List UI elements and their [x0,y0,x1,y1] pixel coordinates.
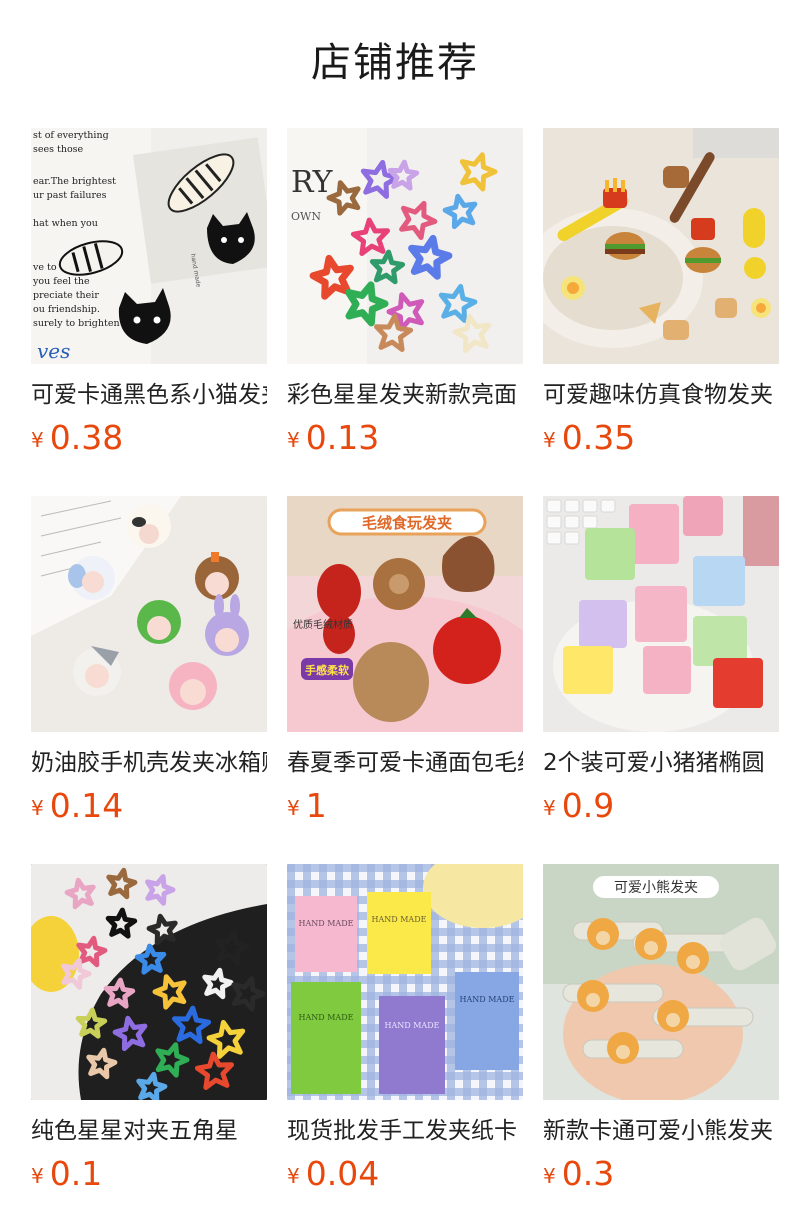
photo-text: 手感柔软 [305,663,350,677]
photo-text: ur past failures [33,190,107,201]
product-price: ¥0.3 [543,1154,614,1194]
currency-symbol: ¥ [543,1164,556,1188]
product-price: ¥0.14 [31,786,123,826]
photo-text: st of everything [33,130,109,141]
price-value: 0.14 [49,786,124,825]
currency-symbol: ¥ [31,428,44,452]
photo-text: HAND MADE [299,1013,354,1022]
product-image[interactable]: HAND MADE HAND MADE HAND MADE HAND MADE … [287,864,523,1100]
photo-text: ve to [32,262,57,273]
price-value: 1 [305,786,327,825]
star-clips-photo: RY OWN [287,128,523,364]
photo-text: preciate their [33,290,99,301]
product-card-plush-bread-clips[interactable]: 毛绒食玩发夹 优质毛绒材质 手感柔软 春夏季可爱卡通面包毛绒 ¥1 [287,496,523,826]
solid-star-photo [31,864,267,1100]
product-card-solid-star-clips[interactable]: 纯色星星对夹五角星 ¥0.1 [31,864,267,1194]
currency-symbol: ¥ [31,1164,44,1188]
photo-text: surely to brighten [33,318,120,329]
pig-clips-photo [543,496,779,732]
black-cat-clips-photo: st of everything sees those ear.The brig… [31,128,267,364]
product-name[interactable]: 可爱卡通黑色系小猫发夹 [31,378,267,412]
price-value: 0.9 [561,786,615,825]
product-price: ¥1 [287,786,327,826]
product-card-food-clips[interactable]: 可爱趣味仿真食物发夹 ¥0.35 [543,128,779,458]
product-name[interactable]: 2个装可爱小猪猪椭圆 [543,746,779,780]
product-image[interactable]: 毛绒食玩发夹 优质毛绒材质 手感柔软 [287,496,523,732]
cream-glue-photo [31,496,267,732]
price-value: 0.3 [561,1154,615,1193]
plush-bread-photo: 毛绒食玩发夹 优质毛绒材质 手感柔软 [287,496,523,732]
page-title: 店铺推荐 [311,40,479,86]
product-price: ¥0.35 [543,418,635,458]
product-name[interactable]: 新款卡通可爱小熊发夹 [543,1114,779,1148]
photo-text: RY [291,165,334,200]
product-name[interactable]: 春夏季可爱卡通面包毛绒 [287,746,523,780]
price-value: 0.1 [49,1154,103,1193]
price-value: 0.13 [305,418,380,457]
photo-text: HAND MADE [299,919,354,928]
product-name[interactable]: 奶油胶手机壳发夹冰箱贴 [31,746,267,780]
photo-text: HAND MADE [372,915,427,924]
photo-text: hat when you [33,218,98,229]
product-name[interactable]: 可爱趣味仿真食物发夹 [543,378,779,412]
photo-text: ves [37,339,70,363]
price-value: 0.38 [49,418,124,457]
bear-clips-photo: 可爱小熊发夹 [543,864,779,1100]
product-name[interactable]: 彩色星星发夹新款亮面 [287,378,523,412]
photo-text: 优质毛绒材质 [293,618,353,631]
product-image[interactable] [543,128,779,364]
price-value: 0.35 [561,418,636,457]
currency-symbol: ¥ [287,796,300,820]
photo-text: ear.The brightest [33,176,116,187]
product-card-pig-clips[interactable]: 2个装可爱小猪猪椭圆 ¥0.9 [543,496,779,826]
product-name[interactable]: 现货批发手工发夹纸卡 [287,1114,523,1148]
photo-text: sees those [33,144,84,155]
product-price: ¥0.1 [31,1154,102,1194]
handmade-cards-photo: HAND MADE HAND MADE HAND MADE HAND MADE … [287,864,523,1100]
product-image[interactable]: st of everything sees those ear.The brig… [31,128,267,364]
product-card-cream-glue-clips[interactable]: 奶油胶手机壳发夹冰箱贴 ¥0.14 [31,496,267,826]
currency-symbol: ¥ [287,1164,300,1188]
product-price: ¥0.38 [31,418,123,458]
product-card-bear-clips[interactable]: 可爱小熊发夹 新款卡通可爱小熊发夹 ¥0.3 [543,864,779,1194]
product-image[interactable] [31,864,267,1100]
product-image[interactable]: 可爱小熊发夹 [543,864,779,1100]
food-clips-photo [543,128,779,364]
currency-symbol: ¥ [287,428,300,452]
product-image[interactable] [31,496,267,732]
product-image[interactable] [543,496,779,732]
product-card-color-star-clips[interactable]: RY OWN 彩色星星发夹新款亮面 ¥0.13 [287,128,523,458]
photo-text: ou friendship. [33,304,100,315]
photo-text: you feel the [32,276,90,287]
photo-text: HAND MADE [385,1021,440,1030]
photo-text: 毛绒食玩发夹 [362,514,452,532]
photo-text: HAND MADE [460,995,515,1004]
currency-symbol: ¥ [31,796,44,820]
currency-symbol: ¥ [543,796,556,820]
product-image[interactable]: RY OWN [287,128,523,364]
product-card-handmade-cards[interactable]: HAND MADE HAND MADE HAND MADE HAND MADE … [287,864,523,1194]
product-price: ¥0.9 [543,786,614,826]
photo-text: 可爱小熊发夹 [614,880,698,896]
product-price: ¥0.13 [287,418,379,458]
product-price: ¥0.04 [287,1154,379,1194]
product-card-black-cat-clips[interactable]: st of everything sees those ear.The brig… [31,128,267,458]
product-name[interactable]: 纯色星星对夹五角星 [31,1114,267,1148]
photo-text: OWN [291,210,321,223]
price-value: 0.04 [305,1154,380,1193]
currency-symbol: ¥ [543,428,556,452]
